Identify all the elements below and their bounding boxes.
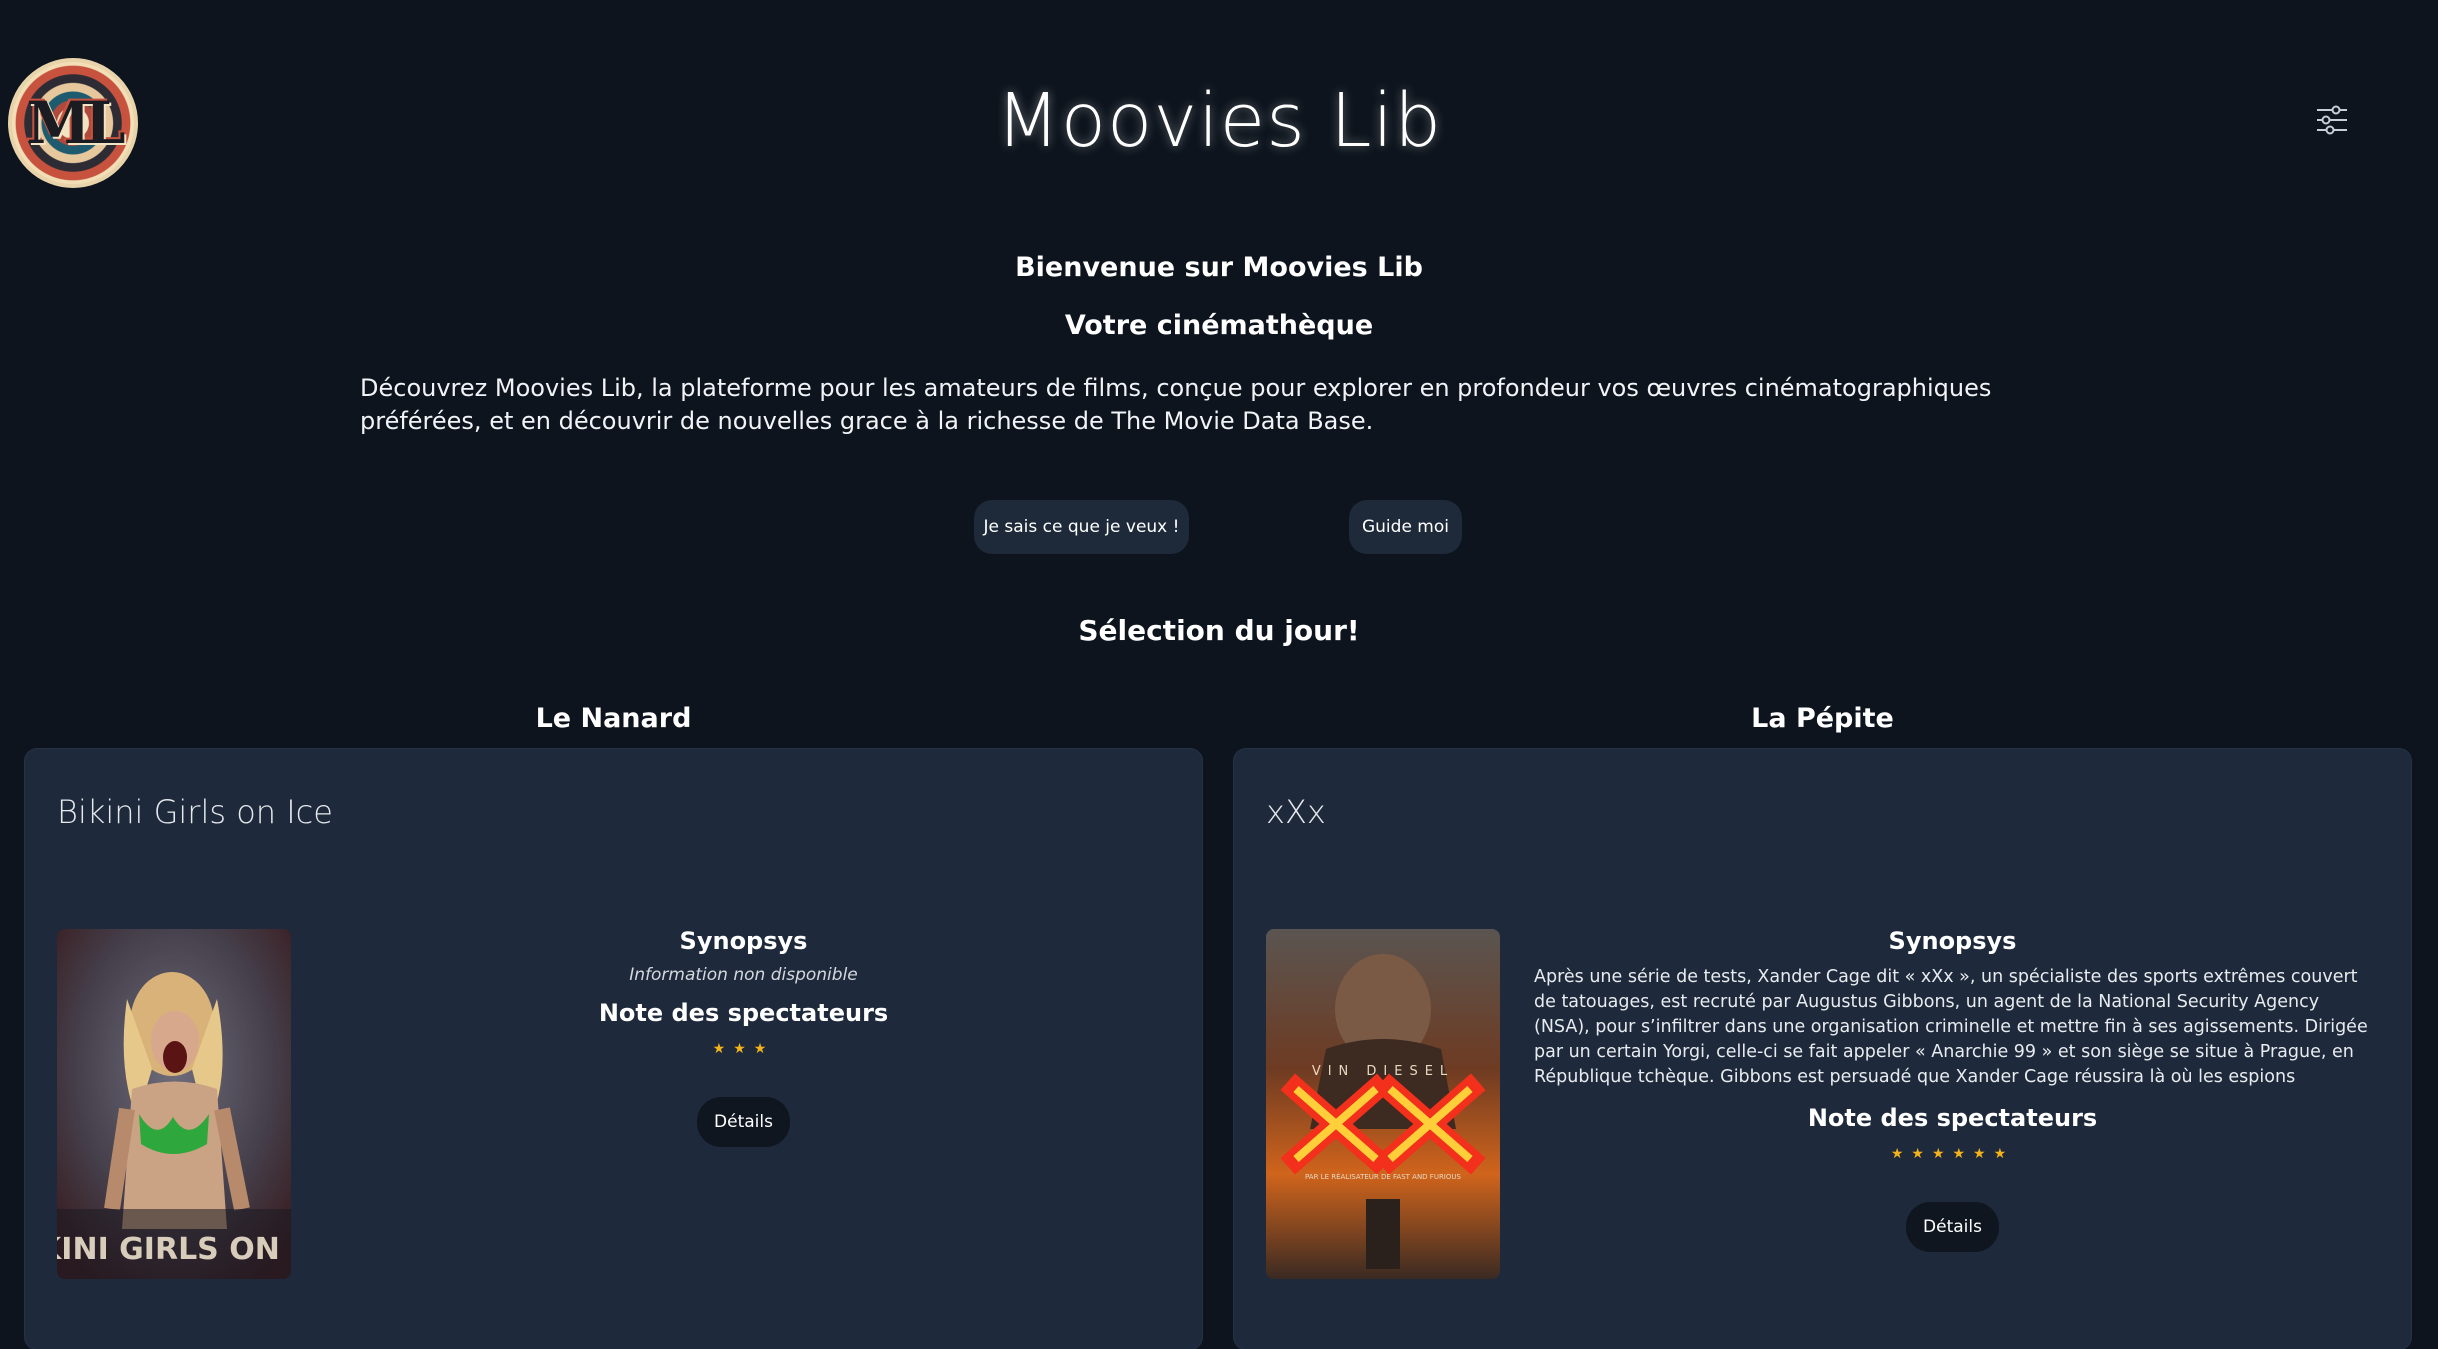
synopsis-text: Information non disponible [629,965,858,985]
movie-info: Synopsys Information non disponible Note… [325,927,1162,1147]
movie-info: Synopsys Après une série de tests, Xande… [1534,927,2371,1252]
poster-caption-bottom: PAR LE RÉALISATEUR DE FAST AND FURIOUS [1305,1172,1461,1181]
movie-card-nanard: Bikini Girls on Ice BIKINI GIRLS ON [25,749,1202,1349]
pepite-heading: La Pépite [1751,703,1894,734]
poster-caption: BIKINI GIRLS ON ICE [57,1232,291,1267]
welcome-heading: Bienvenue sur Moovies Lib [1015,252,1423,283]
sliders-icon [2317,105,2347,135]
intro-paragraph: Découvrez Moovies Lib, la plateforme pou… [360,374,1992,435]
nanard-heading: Le Nanard [535,703,692,734]
welcome-subtitle: Votre cinémathèque [1064,310,1374,341]
rating-label: Note des spectateurs [598,999,889,1027]
rating-stars: ★★★★★★ [1890,1146,2015,1162]
movie-title: xXx [1266,793,1326,831]
synopsis-text: Après une série de tests, Xander Cage di… [1534,967,2368,1087]
movie-card-pepite: xXx VIN DIESEL PAR LE RÉALISATEUR DE FAS… [1234,749,2411,1349]
app-title: Moovies Lib [995,78,1443,164]
rating-label: Note des spectateurs [1807,1104,2098,1132]
details-button[interactable]: Détails [1906,1202,1999,1252]
search-mode-button[interactable]: Je sais ce que je veux ! [974,500,1189,554]
guide-mode-button[interactable]: Guide moi [1349,500,1462,554]
poster-caption-top: VIN DIESEL [1312,1064,1454,1079]
synopsis-label: Synopsys [1888,927,2017,955]
filter-settings-button[interactable] [2310,98,2354,142]
movie-poster[interactable]: VIN DIESEL PAR LE RÉALISATEUR DE FAST AN… [1266,929,1500,1279]
synopsis-label: Synopsys [679,927,808,955]
rating-stars: ★★★ [712,1041,775,1057]
poster-image: VIN DIESEL PAR LE RÉALISATEUR DE FAST AN… [1266,929,1500,1279]
movie-title: Bikini Girls on Ice [57,793,333,831]
movie-poster[interactable]: BIKINI GIRLS ON ICE [57,929,291,1279]
daily-selection-title: Sélection du jour! [1078,614,1360,647]
poster-image: BIKINI GIRLS ON ICE [57,929,291,1279]
details-button[interactable]: Détails [697,1097,790,1147]
